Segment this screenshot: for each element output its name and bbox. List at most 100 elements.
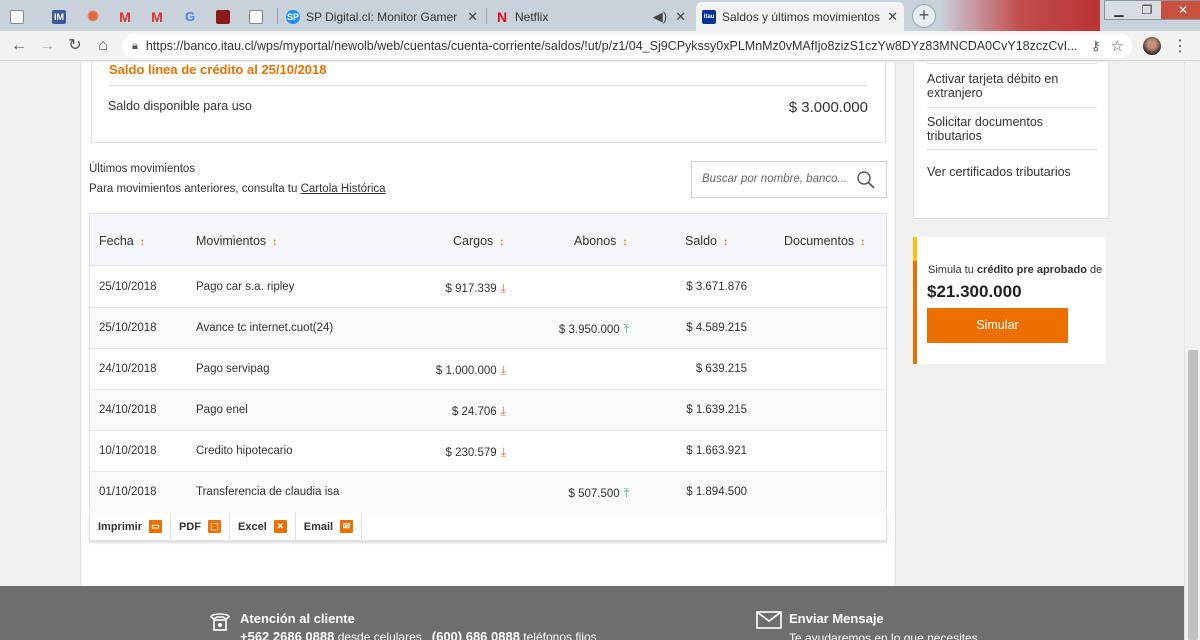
phone-fixed[interactable]: (600) 686 0888: [432, 629, 520, 640]
close-icon[interactable]: ✕: [887, 9, 898, 25]
column-header-saldo[interactable]: Saldo ↕: [685, 234, 728, 248]
link-solicitar-documentos[interactable]: Solicitar documentos tributarios: [927, 115, 1097, 143]
key-icon[interactable]: ⚷: [1091, 38, 1101, 54]
cargo-amount: $ 230.579: [445, 447, 497, 459]
titlebar-decoration: [940, 0, 1100, 31]
tab-1[interactable]: [4, 2, 37, 31]
cargo-amount: $ 917.339: [445, 283, 497, 295]
message-subtitle: Te ayudaremos en lo que necesites: [789, 631, 978, 640]
back-button[interactable]: ←: [8, 35, 30, 57]
email-button[interactable]: Email ✉: [296, 513, 363, 540]
restore-button[interactable]: ❐: [1133, 1, 1161, 19]
tab-netflix[interactable]: N Netflix ◀) ✕: [489, 2, 692, 31]
divider: [927, 107, 1097, 108]
scrollbar-thumb[interactable]: [1188, 350, 1198, 640]
speaker-icon[interactable]: ◀): [653, 9, 667, 25]
gmail-icon: M: [119, 8, 131, 25]
tab-separator: [277, 8, 278, 24]
gmail-icon: M: [151, 8, 163, 25]
forward-button[interactable]: →: [36, 35, 58, 57]
credit-title: Saldo línea de crédito al 25/10/2018: [109, 62, 327, 77]
sort-icon[interactable]: ↕: [272, 237, 277, 248]
email-label: Email: [303, 520, 334, 533]
sort-icon[interactable]: ↕: [140, 237, 145, 248]
table-row[interactable]: 25/10/2018 Avance tc internet.cuot(24) $…: [90, 308, 886, 349]
tab-5[interactable]: M: [144, 2, 177, 31]
sort-icon[interactable]: ↕: [622, 237, 627, 248]
table-row[interactable]: 24/10/2018 Pago enel $ 24.706 ⤓ $ 1.639.2…: [90, 390, 886, 431]
pdf-button[interactable]: PDF ⬚: [171, 513, 231, 540]
envelope-icon: [756, 611, 782, 629]
support-phones: +562 2686 0888 desde celulares (600) 686…: [240, 629, 597, 640]
print-button[interactable]: Imprimir ▭: [90, 513, 172, 540]
close-icon[interactable]: ✕: [467, 9, 478, 25]
simular-button[interactable]: Simular: [927, 308, 1068, 343]
cell-fecha: 24/10/2018: [99, 363, 157, 375]
search-placeholder: Buscar por nombre, banco...: [702, 173, 848, 185]
minimize-button[interactable]: ▁: [1105, 1, 1133, 19]
page-viewport: Saldo línea de crédito al 25/10/2018 Sal…: [0, 62, 1184, 640]
sort-icon[interactable]: ↕: [499, 237, 504, 248]
arrow-down-icon: ⤓: [500, 404, 506, 418]
table-row[interactable]: 25/10/2018 Pago car s.a. ripley $ 917.33…: [90, 267, 886, 308]
cartola-historica-link[interactable]: Cartola Histórica: [301, 183, 386, 195]
sort-icon[interactable]: ↕: [723, 237, 728, 248]
column-header-movimientos[interactable]: Movimientos ↕: [196, 234, 277, 248]
tab-2[interactable]: IM: [46, 2, 79, 31]
close-icon[interactable]: ✕: [675, 9, 686, 25]
support-title: Atención al cliente: [240, 611, 355, 626]
excel-label: Excel: [238, 520, 267, 533]
new-tab-button[interactable]: +: [912, 4, 936, 28]
search-icon[interactable]: [856, 170, 876, 190]
movements-title: Últimos movimientos: [89, 163, 196, 175]
tab-label: Saldos y últimos movimientos: [722, 9, 881, 24]
profile-avatar[interactable]: [1143, 37, 1161, 55]
column-header-documentos[interactable]: Documentos ↕: [784, 234, 865, 248]
pdf-label: PDF: [179, 520, 202, 533]
reload-button[interactable]: ↻: [64, 35, 86, 57]
column-label: Cargos: [453, 234, 494, 248]
menu-icon[interactable]: ⋮: [1172, 36, 1188, 56]
phone-mobile[interactable]: +562 2686 0888: [240, 629, 334, 640]
arrow-down-icon: ⤓: [500, 363, 506, 377]
home-button[interactable]: ⌂: [92, 35, 114, 57]
sort-icon[interactable]: ↕: [860, 237, 865, 248]
page-scrollbar[interactable]: [1184, 62, 1200, 640]
close-window-button[interactable]: ✕: [1161, 1, 1200, 19]
table-row[interactable]: 10/10/2018 Credito hipotecario $ 230.579…: [90, 431, 886, 472]
divider: [108, 85, 868, 86]
search-input[interactable]: Buscar por nombre, banco...: [691, 161, 887, 198]
link-activar-tarjeta[interactable]: Activar tarjeta débito en extranjero: [927, 72, 1097, 100]
excel-button[interactable]: Excel ✕: [230, 513, 296, 540]
credit-promo: Simula tu crédito pre aprobado de $21.30…: [913, 237, 1106, 364]
url-text: https://banco.itau.cl/wps/myportal/newol…: [145, 39, 1078, 53]
bookmark-star-icon[interactable]: ☆: [1111, 37, 1124, 55]
address-bar[interactable]: 🔒︎ https://banco.itau.cl/wps/myportal/ne…: [122, 34, 1132, 58]
message-title[interactable]: Enviar Mensaje: [789, 611, 884, 626]
column-header-fecha[interactable]: Fecha ↕: [99, 234, 145, 248]
credit-available-label: Saldo disponible para uso: [108, 99, 252, 113]
tab-3[interactable]: ✺: [80, 2, 113, 31]
cell-movimiento: Credito hipotecario: [196, 445, 293, 457]
tab-8[interactable]: [243, 2, 276, 31]
tab-7[interactable]: [210, 2, 243, 31]
cell-saldo: $ 1.639.215: [686, 404, 747, 416]
tab-itau[interactable]: itau Saldos y últimos movimientos ✕: [696, 2, 904, 31]
envelope-icon: ✉: [340, 520, 354, 533]
link-ver-certificados[interactable]: Ver certificados tributarios: [927, 165, 1097, 179]
table-row[interactable]: 01/10/2018 Transferencia de claudia isa …: [90, 472, 886, 513]
promo-text-prefix: Simula tu: [928, 264, 977, 276]
tab-4[interactable]: M: [112, 2, 145, 31]
tab-6[interactable]: G: [177, 2, 210, 31]
print-label: Imprimir: [98, 520, 143, 533]
table-header: Fecha ↕ Movimientos ↕ Cargos ↕ Abonos ↕ Sald…: [90, 214, 886, 266]
phone-mobile-suffix: desde celulares: [334, 630, 422, 640]
movements-subtitle: Para movimientos anteriores, consulta tu…: [89, 183, 386, 195]
movements-subtitle-text: Para movimientos anteriores, consulta tu: [89, 183, 301, 195]
column-header-cargos[interactable]: Cargos ↕: [453, 234, 504, 248]
tab-spdigital[interactable]: SP SP Digital.cl: Monitor Gamer Curv ✕: [280, 2, 484, 31]
column-header-abonos[interactable]: Abonos ↕: [574, 234, 627, 248]
divider: [927, 149, 1097, 150]
cell-movimiento: Pago car s.a. ripley: [196, 281, 295, 293]
table-row[interactable]: 24/10/2018 Pago servipag $ 1.000.000 ⤓ $ …: [90, 349, 886, 390]
